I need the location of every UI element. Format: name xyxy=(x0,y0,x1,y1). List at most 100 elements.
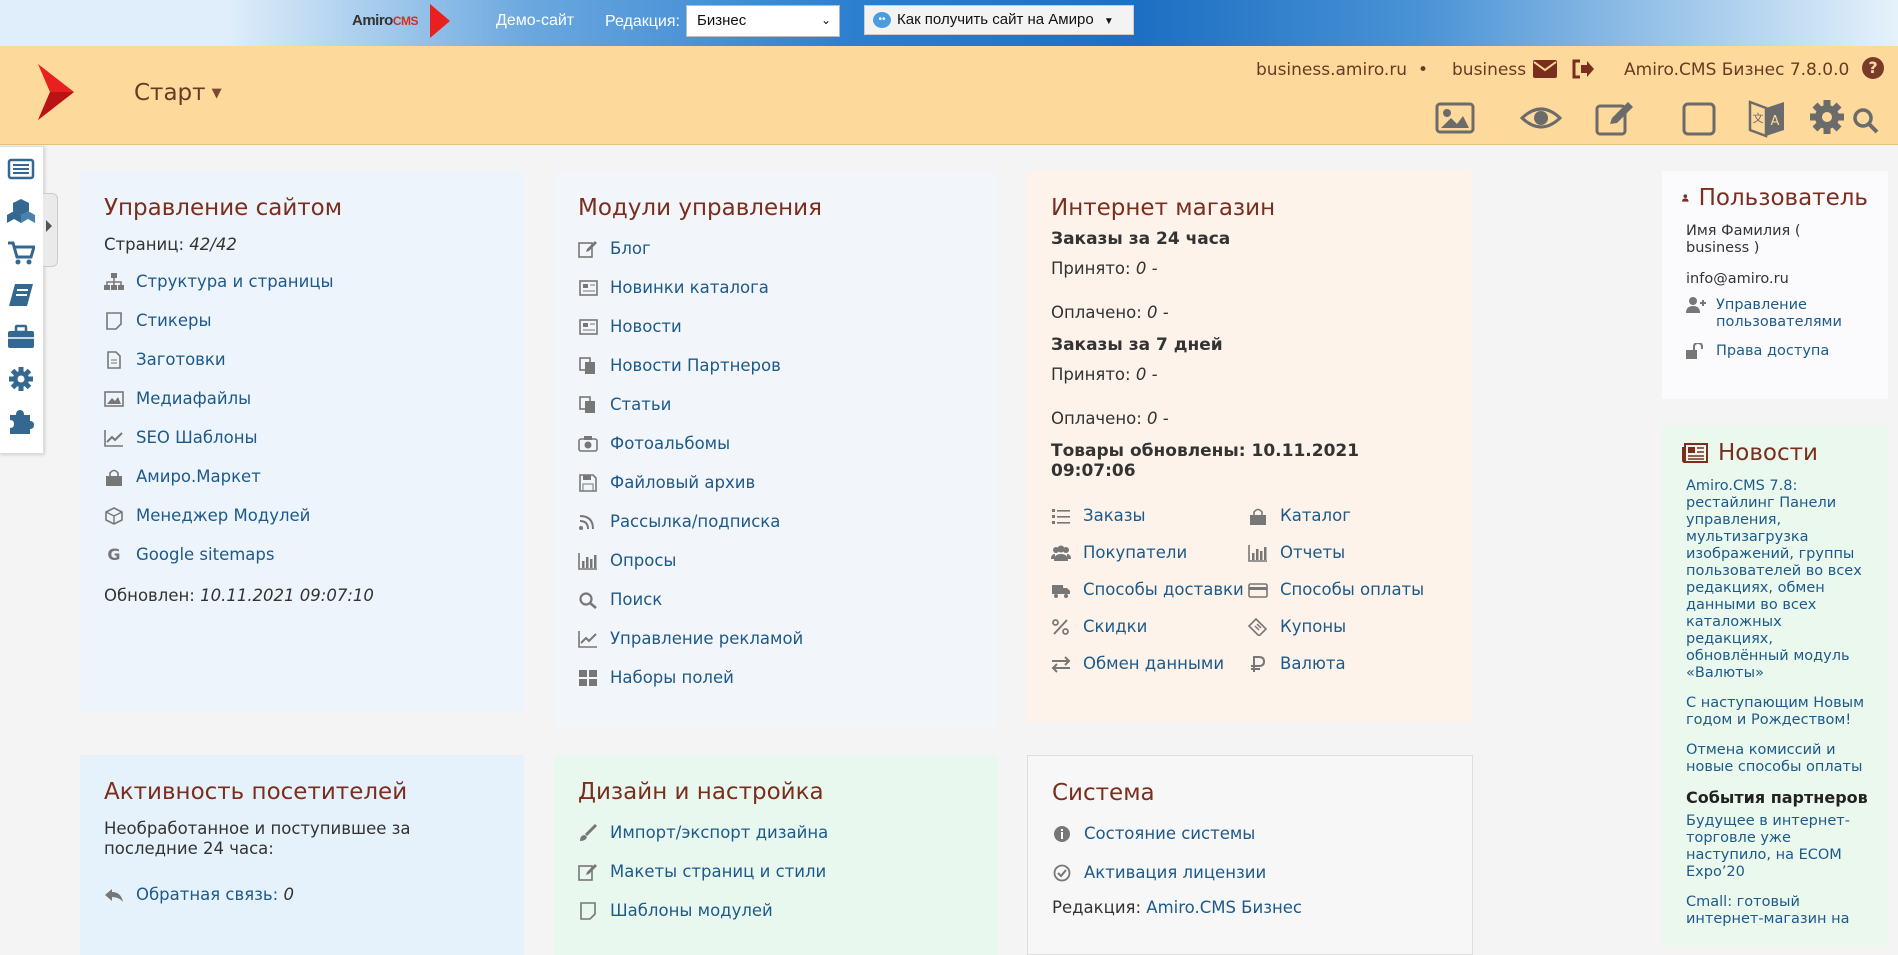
user-fullname: Имя Фамилия ( business ) xyxy=(1686,223,1801,256)
search-icon xyxy=(579,591,597,609)
activity-description: Необработанное и поступившее за последни… xyxy=(104,819,411,858)
module-item[interactable]: Наборы полей xyxy=(578,658,974,697)
edition-link[interactable]: Amiro.CMS Бизнес xyxy=(1146,898,1302,917)
shop-link-label: Способы оплаты xyxy=(1280,580,1425,599)
shop-link-label: Скидки xyxy=(1083,617,1148,636)
module-item[interactable]: Блог xyxy=(578,229,974,268)
amiro-brand[interactable]: AmiroCMS xyxy=(352,12,419,29)
design-card: Дизайн и настройка Импорт/экспорт дизайн… xyxy=(554,755,998,955)
site-item-google-sitemaps[interactable]: G Google sitemaps xyxy=(104,535,500,574)
site-item-media[interactable]: Медиафайлы xyxy=(104,379,500,418)
rss-icon xyxy=(579,514,594,530)
shop-link[interactable]: Обмен данными xyxy=(1051,645,1248,682)
list-icon[interactable] xyxy=(7,155,35,183)
module-item[interactable]: Управление рекламой xyxy=(578,619,974,658)
sign-out-icon[interactable] xyxy=(1572,59,1594,79)
design-item-layouts[interactable]: Макеты страниц и стили xyxy=(578,852,974,891)
shop-link[interactable]: Валюта xyxy=(1248,645,1448,682)
puzzle-icon[interactable] xyxy=(7,407,35,435)
system-item-status[interactable]: Состояние системы xyxy=(1052,814,1448,853)
shop-link[interactable]: Способы оплаты xyxy=(1248,571,1448,608)
translate-icon[interactable]: A 文 xyxy=(1746,98,1788,138)
module-item[interactable]: Новинки каталога xyxy=(578,268,974,307)
site-item-seo[interactable]: SEO Шаблоны xyxy=(104,418,500,457)
users-icon xyxy=(1051,545,1071,561)
sitemap-icon xyxy=(104,272,124,290)
ticket-icon xyxy=(1248,617,1268,636)
chart-line-icon xyxy=(578,630,597,648)
credit-card-icon xyxy=(1248,582,1268,598)
top-bar: AmiroCMS Демо-сайт Редакция: Бизнес ⌄ ••… xyxy=(0,0,1898,46)
site-item-stickers[interactable]: Стикеры xyxy=(104,301,500,340)
module-item[interactable]: Фотоальбомы xyxy=(578,424,974,463)
chevron-right-icon xyxy=(46,220,52,232)
amiro-logo-icon[interactable] xyxy=(36,64,76,120)
module-item[interactable]: Рассылка/подписка xyxy=(578,502,974,541)
image-tool-icon[interactable] xyxy=(1434,98,1476,138)
reply-icon xyxy=(105,888,123,902)
orders-7d-title: Заказы за 7 дней xyxy=(1051,335,1223,355)
shop-link[interactable]: Заказы xyxy=(1051,497,1248,534)
bar-chart-icon xyxy=(1248,544,1267,562)
module-item[interactable]: Файловый архив xyxy=(578,463,974,502)
shop-link-label: Купоны xyxy=(1280,617,1347,636)
module-item[interactable]: Опросы xyxy=(578,541,974,580)
site-item-modules-manager[interactable]: Менеджер Модулей xyxy=(104,496,500,535)
howto-label: Как получить сайт на Амиро xyxy=(897,11,1094,28)
help-icon[interactable]: ? xyxy=(1862,57,1884,79)
mail-icon[interactable] xyxy=(1533,60,1557,78)
shop-link[interactable]: Отчеты xyxy=(1248,534,1448,571)
access-rights-link[interactable]: Права доступа xyxy=(1686,343,1868,359)
cubes-icon[interactable] xyxy=(7,197,35,225)
svg-text:文: 文 xyxy=(1753,111,1764,125)
feedback-link[interactable]: Обратная связь: 0 xyxy=(104,875,500,914)
design-item-import-export[interactable]: Импорт/экспорт дизайна xyxy=(578,813,974,852)
module-item[interactable]: Новости xyxy=(578,307,974,346)
shop-link-label: Заказы xyxy=(1083,506,1146,525)
username-link[interactable]: business xyxy=(1452,60,1526,80)
briefcase-icon[interactable] xyxy=(7,323,35,351)
news-item[interactable]: Amiro.CMS 7.8: рестайлинг Панели управле… xyxy=(1686,478,1870,682)
copy-icon xyxy=(579,395,595,413)
news-item[interactable]: Отмена комиссий и новые способы оплаты xyxy=(1686,742,1870,776)
module-item-label: Новинки каталога xyxy=(610,278,769,297)
save-icon xyxy=(579,473,597,492)
howto-button[interactable]: •• Как получить сайт на Амиро ▼ xyxy=(864,5,1134,35)
card-title: Управление сайтом xyxy=(104,195,343,221)
module-item[interactable]: Поиск xyxy=(578,580,974,619)
gear-icon[interactable] xyxy=(7,365,35,393)
start-menu[interactable]: Старт ▼ xyxy=(134,80,222,106)
frame-icon[interactable] xyxy=(1678,98,1720,138)
shop-link[interactable]: Покупатели xyxy=(1051,534,1248,571)
edit-icon[interactable] xyxy=(1594,98,1636,138)
partner-news-item[interactable]: Будущее в интернет-торговле уже наступил… xyxy=(1686,813,1870,881)
module-item[interactable]: Новости Партнеров xyxy=(578,346,974,385)
shop-link[interactable]: Купоны xyxy=(1248,608,1448,645)
search-icon[interactable] xyxy=(1850,98,1880,138)
gear-icon[interactable] xyxy=(1808,98,1850,138)
manage-users-link[interactable]: Управление пользователями xyxy=(1686,297,1868,331)
sidebar-toggle[interactable] xyxy=(43,193,58,267)
system-item-license[interactable]: Активация лицензии xyxy=(1052,853,1448,892)
news-item[interactable]: С наступающим Новым годом и Рождеством! xyxy=(1686,695,1870,729)
version-label: Amiro.CMS Бизнес 7.8.0.0 xyxy=(1624,60,1850,80)
module-item-label: Наборы полей xyxy=(610,668,734,687)
site-domain-link[interactable]: business.amiro.ru xyxy=(1256,60,1407,80)
site-item-market[interactable]: Амиро.Маркет xyxy=(104,457,500,496)
eye-icon[interactable] xyxy=(1520,98,1562,138)
site-item-structure[interactable]: Структура и страницы xyxy=(104,262,500,301)
edition-select-value: Бизнес xyxy=(697,12,747,29)
design-item-module-templates[interactable]: Шаблоны модулей xyxy=(578,891,974,930)
edition-select[interactable]: Бизнес ⌄ xyxy=(686,5,840,37)
shopping-bag-icon xyxy=(106,469,122,486)
shop-link[interactable]: Способы доставки xyxy=(1051,571,1248,608)
site-item-templates[interactable]: Заготовки xyxy=(104,340,500,379)
shop-link[interactable]: Каталог xyxy=(1248,497,1448,534)
cart-icon[interactable] xyxy=(7,239,35,267)
shop-link[interactable]: Скидки xyxy=(1051,608,1248,645)
percent-icon xyxy=(1052,618,1069,635)
book-icon[interactable] xyxy=(7,281,35,309)
partner-news-item[interactable]: Cmall: готовый интернет-магазин на xyxy=(1686,894,1870,928)
demo-site-link[interactable]: Демо-сайт xyxy=(496,12,574,30)
module-item[interactable]: Статьи xyxy=(578,385,974,424)
